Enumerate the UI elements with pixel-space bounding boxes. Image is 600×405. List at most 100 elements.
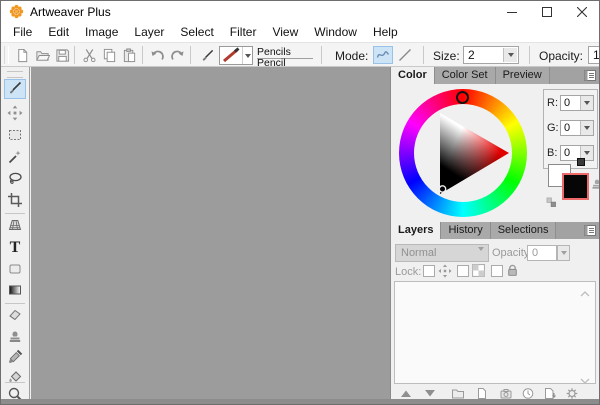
open-button[interactable] [33,47,51,64]
toolbar-separator [529,46,530,64]
g-field[interactable]: 0 [560,120,594,136]
r-field[interactable]: 0 [560,95,594,111]
redo-button[interactable] [168,47,186,64]
toolbar-separator [321,46,322,64]
default-colors-icon[interactable] [577,158,585,166]
opacity-label: Opacity: [539,49,583,63]
toolbar-separator [74,46,75,64]
size-label: Size: [433,49,460,63]
opacity-combo[interactable]: 10 [588,46,600,64]
menu-filter[interactable]: Filter [222,23,265,41]
lock-transparency-icon [472,264,486,278]
layer-opacity-field[interactable]: 0 [527,245,557,261]
current-tool-brush-icon[interactable] [198,47,216,64]
toolbar-separator [190,46,191,64]
window-controls [494,1,599,22]
title-bar[interactable]: Artweaver Plus [1,1,599,22]
tool-eraser[interactable] [4,306,26,326]
tool-eyedropper[interactable] [4,348,26,368]
window-bottom-edge [1,399,599,404]
new-document-button[interactable] [13,47,31,64]
cut-button[interactable] [80,47,98,64]
brush-preview-dropdown[interactable] [219,46,253,65]
lock-all-checkbox[interactable] [491,265,503,277]
r-label: R: [547,97,558,109]
color-wheel[interactable] [399,89,527,217]
close-button[interactable] [564,1,599,22]
hue-marker[interactable] [456,91,469,104]
minimize-button[interactable] [494,1,529,22]
sv-triangle[interactable] [399,89,527,217]
toolbar-grip [4,46,9,64]
tool-magic-wand[interactable] [4,148,26,168]
layers-list[interactable] [394,281,596,384]
mode-line-button[interactable] [395,46,415,64]
lock-label: Lock: [395,266,421,278]
menu-bar: File Edit Image Layer Select Filter View… [1,22,599,42]
g-value: 0 [564,122,570,134]
tool-move[interactable] [4,104,26,124]
clone-stamp-icon [7,328,23,347]
blend-mode-select[interactable]: Normal [395,244,489,262]
blend-dropdown-icon [478,251,484,263]
lock-transparency-checkbox[interactable] [457,265,469,277]
palette-separator [5,382,25,383]
right-dock: Color Color Set Preview R: 0 [390,67,599,399]
tool-gradient[interactable] [4,281,26,301]
tab-color[interactable]: Color [391,67,435,84]
palette-grip[interactable] [7,71,23,78]
swap-colors-icon[interactable] [546,197,557,211]
primary-color-swatch[interactable] [562,173,589,200]
tool-text[interactable]: T [4,238,26,258]
tab-preview[interactable]: Preview [496,67,550,84]
layers-panel-menu-icon[interactable] [584,225,596,236]
toolbar-separator [142,46,143,64]
lock-position-icon [438,264,452,278]
mode-label: Mode: [335,49,368,63]
save-button[interactable] [53,47,71,64]
color-panel-menu-icon[interactable] [584,70,596,81]
magic-wand-icon [7,149,23,168]
layer-opacity-dropdown-icon[interactable] [557,245,570,261]
brush-icon [7,80,23,99]
canvas-workspace[interactable] [31,67,390,399]
tab-layers[interactable]: Layers [391,222,441,239]
maximize-button[interactable] [529,1,564,22]
tool-perspective-grid[interactable] [4,216,26,236]
tool-brush[interactable] [4,79,26,99]
menu-select[interactable]: Select [172,23,221,41]
gradient-icon [7,282,23,301]
mode-freehand-button[interactable] [373,46,393,64]
color-stamp-icon[interactable] [590,176,600,194]
blend-mode-value: Normal [401,247,436,259]
menu-layer[interactable]: Layer [126,23,172,41]
size-combo[interactable]: 2 [463,46,519,64]
menu-edit[interactable]: Edit [40,23,77,41]
menu-window[interactable]: Window [306,23,365,41]
lock-position-checkbox[interactable] [423,265,435,277]
tab-history[interactable]: History [441,222,490,239]
tab-color-set[interactable]: Color Set [435,67,496,84]
r-dropdown-icon[interactable] [580,96,593,110]
tool-lasso[interactable] [4,170,26,190]
g-dropdown-icon[interactable] [580,121,593,135]
undo-button[interactable] [148,47,166,64]
size-dropdown-arrow-icon[interactable] [503,48,517,62]
tool-shape[interactable] [4,260,26,280]
tool-rect-select[interactable] [4,126,26,146]
tool-crop[interactable] [4,191,26,211]
palette-separator [5,303,25,304]
tool-clone-stamp[interactable] [4,327,26,347]
menu-help[interactable]: Help [365,23,406,41]
menu-view[interactable]: View [264,23,306,41]
scroll-down-icon[interactable] [580,373,590,379]
shape-icon [7,261,23,280]
copy-button[interactable] [100,47,118,64]
menu-file[interactable]: File [5,23,40,41]
scroll-up-icon[interactable] [580,286,590,292]
layers-panel-tabs: Layers History Selections [391,222,599,239]
perspective-grid-icon [7,217,23,236]
tab-selections[interactable]: Selections [491,222,557,239]
menu-image[interactable]: Image [77,23,126,41]
paste-button[interactable] [120,47,138,64]
